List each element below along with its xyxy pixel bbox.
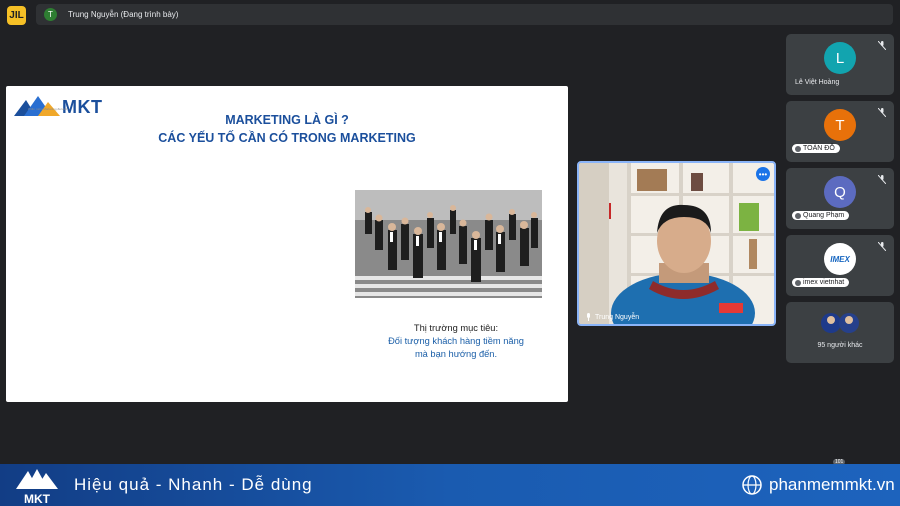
participant-name: Lê Việt Hoàng [795, 79, 840, 86]
camera-feed [579, 163, 774, 324]
banner-logo-text: MKT [24, 492, 50, 506]
participant-tile[interactable]: T TOÀN ĐỖ [786, 101, 894, 162]
slide-caption-line2: Đối tượng khách hàng tiềm năng [388, 336, 524, 346]
presentation-slide: MKT Phần mềm Marketing đa kênh MARKETING… [6, 86, 568, 402]
globe-icon [742, 475, 762, 495]
participant-avatar: Q [824, 176, 856, 208]
app-logo[interactable]: JIL [7, 6, 26, 25]
slide-title-line2: CÁC YẾU TỐ CẦN CÓ TRONG MARKETING [158, 131, 416, 145]
presenter-bar[interactable]: T Trung Nguyễn (Đang trình bày) [36, 4, 893, 25]
banner-slogan: Hiệu quả - Nhanh - Dễ dùng [74, 475, 313, 494]
crowd-photo [355, 190, 542, 298]
others-count-label: 95 người khác [817, 342, 863, 349]
participant-tile[interactable]: Q Quang Phạm [786, 168, 894, 229]
participant-name: TOÀN ĐỖ [803, 145, 835, 152]
banner-logo: MKT [14, 467, 60, 506]
pin-icon [795, 212, 801, 219]
slide-caption-heading: Thị trường mục tiêu: [413, 323, 499, 333]
participant-avatar: IMEX [824, 243, 856, 275]
brand-banner: MKT Hiệu quả - Nhanh - Dễ dùng phanmemmk… [0, 464, 900, 506]
pin-icon [795, 145, 801, 152]
slide-caption-line3: mà bạn hướng đến. [414, 349, 498, 359]
mic-off-icon [878, 41, 886, 50]
camera-name-label: Trung Nguyễn [585, 313, 639, 321]
camera-name: Trung Nguyễn [595, 313, 640, 321]
mic-off-icon [878, 242, 886, 251]
participant-avatar: L [824, 42, 856, 74]
presenter-camera-tile[interactable]: ••• Trung Nguyễn [577, 161, 776, 326]
banner-website[interactable]: phanmemmkt.vn [742, 475, 895, 495]
participant-tile[interactable]: IMEX imex vietnhat [786, 235, 894, 296]
pin-icon [795, 279, 801, 286]
more-options-icon[interactable]: ••• [756, 167, 770, 181]
participant-name-chip: TOÀN ĐỖ [792, 144, 840, 153]
participant-name-chip: Quang Phạm [792, 211, 850, 220]
participant-name-chip: imex vietnhat [792, 278, 850, 287]
participant-name: imex vietnhat [803, 279, 845, 286]
participant-avatar: T [824, 109, 856, 141]
participant-name: Quang Phạm [803, 212, 845, 219]
mkt-logo-icon [16, 469, 58, 489]
mic-icon [587, 313, 590, 321]
presenter-avatar: T [44, 8, 57, 21]
slide-title-line1: MARKETING LÀ GÌ ? [225, 113, 349, 127]
presenter-label: Trung Nguyễn (Đang trình bày) [68, 10, 179, 19]
others-tile[interactable]: 95 người khác [786, 302, 894, 363]
others-avatars-icon [821, 313, 859, 333]
slide-logo-tagline: Phần mềm Marketing đa kênh [28, 107, 69, 111]
website-text: phanmemmkt.vn [769, 475, 895, 494]
participant-tile[interactable]: L Lê Việt Hoàng [786, 34, 894, 95]
mic-off-icon [878, 108, 886, 117]
mic-off-icon [878, 175, 886, 184]
